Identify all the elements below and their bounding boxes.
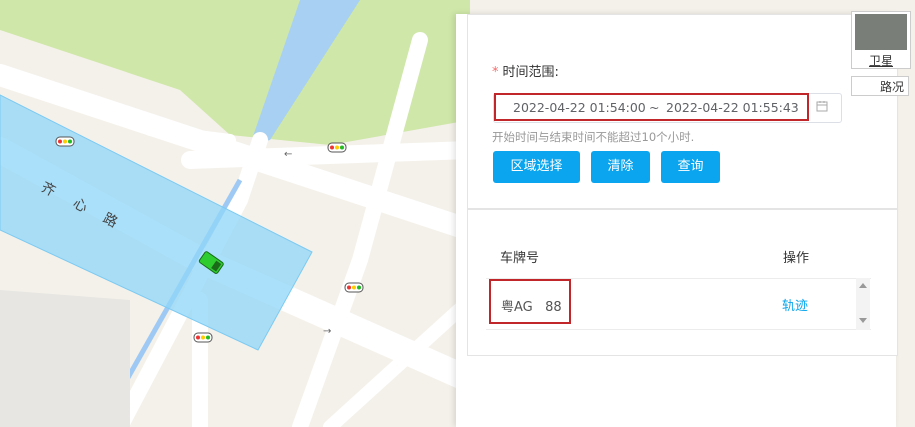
traffic-light-icon (55, 136, 75, 147)
clear-button[interactable]: 清除 (591, 151, 650, 183)
traffic-toggle[interactable]: 路况 (851, 76, 909, 96)
column-header-action: 操作 (783, 251, 810, 266)
satellite-thumbnail (855, 14, 907, 50)
traffic-light-icon (193, 332, 213, 343)
column-header-plate: 车牌号 (500, 251, 540, 266)
query-button[interactable]: 查询 (661, 151, 720, 183)
satellite-toggle[interactable]: 卫星 (851, 11, 911, 69)
time-range-highlight (494, 93, 809, 121)
track-link[interactable]: 轨迹 (782, 295, 808, 314)
road-arrow: ← (284, 149, 292, 160)
satellite-label: 卫星 (868, 54, 893, 68)
results-scrollbar[interactable] (856, 278, 870, 330)
scroll-up-icon[interactable] (859, 283, 867, 288)
building-block (0, 290, 130, 427)
region-select-button[interactable]: 区域选择 (493, 151, 580, 183)
traffic-light-icon (327, 142, 347, 153)
query-panel: * 时间范围: 2022-04-22 01:54:00 ~ 2022-04-22 … (456, 14, 898, 427)
time-range-label: * 时间范围: (492, 61, 559, 80)
calendar-icon[interactable] (816, 100, 828, 112)
query-form-card: * 时间范围: 2022-04-22 01:54:00 ~ 2022-04-22 … (467, 14, 898, 209)
plate-highlight (489, 279, 571, 324)
scroll-down-icon[interactable] (859, 318, 867, 323)
required-mark: * (492, 65, 499, 80)
traffic-light-icon (344, 282, 364, 293)
time-range-label-text: 时间范围: (502, 65, 559, 80)
time-range-hint: 开始时间与结束时间不能超过10个小时. (492, 130, 695, 144)
road-arrow-2: → (323, 326, 331, 337)
